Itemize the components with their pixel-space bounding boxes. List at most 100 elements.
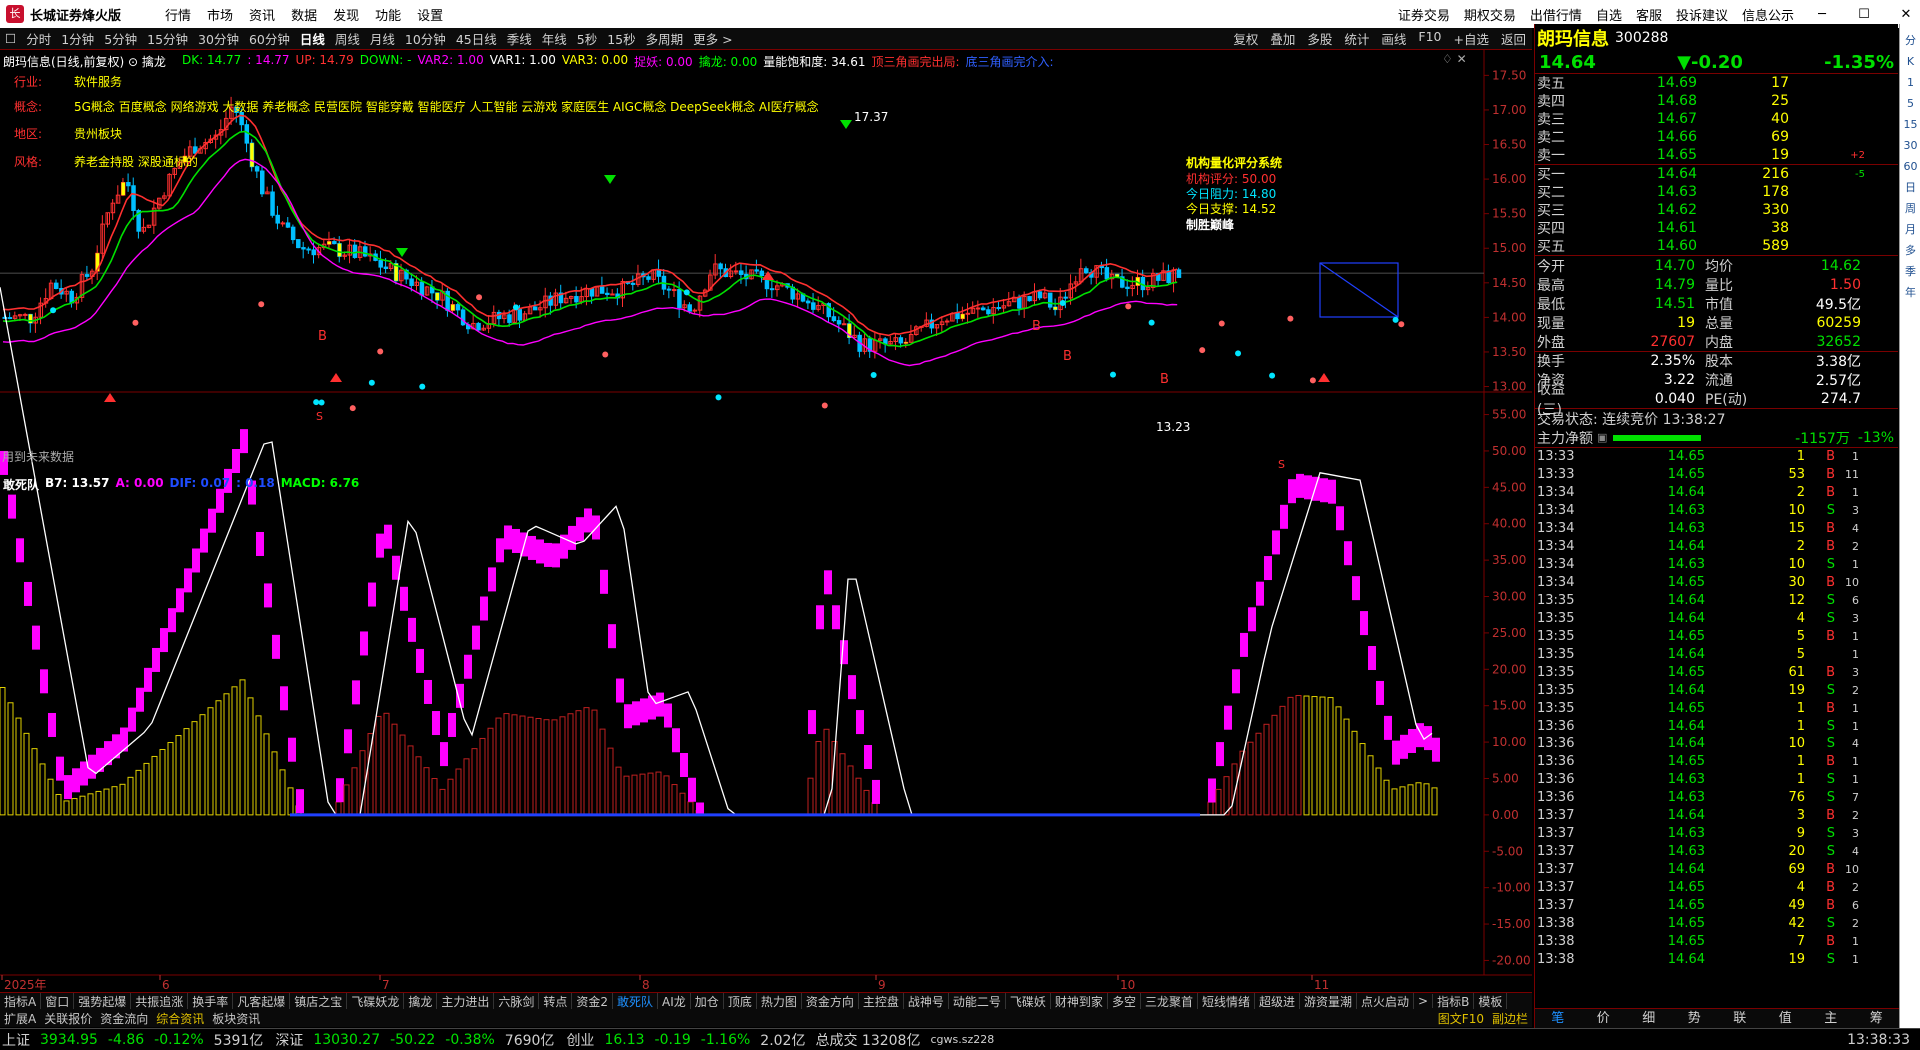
menu-item[interactable]: 行情 [165,9,191,24]
tick-row[interactable]: 13:37 14.63 9 S 3 [1535,825,1898,843]
menu-item[interactable]: 设置 [417,9,443,24]
detail-tab[interactable]: 联 [1717,1009,1763,1028]
orderbook-row[interactable]: 买一 14.64 216 -5 [1535,165,1898,183]
indicator-tab[interactable]: 短线情绪 [1198,993,1255,1009]
toolbar-button[interactable]: +自选 [1454,29,1489,48]
side-period-button[interactable]: 月 [1900,219,1920,240]
kline-chart[interactable]: 17.50 17.00 16.50 16.00 15.50 15.00 14.50 14.00… [0,50,1532,990]
close-icon[interactable]: ✕ [1892,7,1920,22]
side-period-button[interactable]: 分 [1900,30,1920,51]
indicator-tab[interactable]: 资金方向 [802,993,859,1009]
period-tab[interactable]: 15秒 [607,29,635,48]
orderbook-row[interactable]: 买二 14.63 178 [1535,183,1898,201]
period-tab[interactable]: 更多 > [693,29,732,48]
detail-tab[interactable]: 主 [1808,1009,1854,1028]
indicator-tab[interactable]: 热力图 [757,993,802,1009]
top-link[interactable]: 客服 [1636,5,1662,24]
tick-list[interactable]: 13:33 14.65 1 B 1 13:33 14.65 53 B 11 13:34 14.64 2 B… [1535,448,1898,968]
period-tab[interactable]: 15分钟 [147,29,188,48]
tick-row[interactable]: 13:38 14.65 42 S 2 [1535,914,1898,932]
side-period-button[interactable]: 年 [1900,282,1920,303]
period-tab[interactable]: 45日线 [456,29,497,48]
indicator-tab[interactable]: 加仓 [691,993,724,1009]
top-link[interactable]: 自选 [1596,5,1622,24]
tick-row[interactable]: 13:34 14.64 2 B 1 [1535,484,1898,502]
indicator-tab[interactable]: 敢死队 [613,993,659,1009]
tick-row[interactable]: 13:35 14.65 5 B 1 [1535,627,1898,645]
tick-row[interactable]: 13:37 14.65 4 B 2 [1535,879,1898,897]
chart-area[interactable]: 17.50 17.00 16.50 16.00 15.50 15.00 14.50 14.00… [0,50,1532,1006]
period-tab[interactable]: 1分钟 [61,29,94,48]
indicator-tab[interactable]: 顶底 [724,993,757,1009]
extension-tab[interactable]: 资金流向 [96,1010,152,1027]
indicator-tab[interactable]: 多空 [1108,993,1141,1009]
menu-item[interactable]: 市场 [207,9,233,24]
indicator-tab[interactable]: 主力进出 [437,993,495,1009]
period-tab[interactable]: 季线 [507,29,532,48]
orderbook-row[interactable]: 卖三 14.67 40 [1535,110,1898,128]
period-tab[interactable]: 多周期 [646,29,684,48]
detail-tab[interactable]: 笔 [1535,1009,1581,1028]
toolbar-button[interactable]: 叠加 [1270,29,1295,48]
indicator-tab[interactable]: 主控盘 [859,993,904,1009]
side-period-button[interactable]: 多 [1900,240,1920,261]
toolbar-button[interactable]: 画线 [1381,29,1406,48]
tick-row[interactable]: 13:34 14.63 15 B 4 [1535,520,1898,538]
indicator-tab[interactable]: 六脉剑 [494,993,540,1009]
tick-row[interactable]: 13:36 14.63 1 S 1 [1535,771,1898,789]
settings-icon[interactable]: ♢ ✕ [1442,52,1467,66]
top-link[interactable]: 信息公示 [1742,5,1794,24]
extension-tab[interactable]: 扩展A [0,1010,40,1027]
orderbook-row[interactable]: 买三 14.62 330 [1535,201,1898,219]
period-tab[interactable]: 年线 [542,29,567,48]
tick-row[interactable]: 13:35 14.64 4 S 3 [1535,609,1898,627]
side-period-button[interactable]: 日 [1900,177,1920,198]
tick-row[interactable]: 13:34 14.63 10 S 1 [1535,556,1898,574]
indicator-tab[interactable]: 动能二号 [949,993,1006,1009]
period-tab[interactable]: 月线 [370,29,395,48]
top-link[interactable]: 投诉建议 [1676,5,1728,24]
side-period-button[interactable]: 周 [1900,198,1920,219]
side-period-button[interactable]: 60 [1900,156,1920,177]
tick-row[interactable]: 13:37 14.64 69 B 10 [1535,861,1898,879]
period-tab[interactable]: 5秒 [577,29,597,48]
indicator-tab[interactable]: 模板 [1474,993,1508,1009]
indicator-tab[interactable]: 擒龙 [404,993,438,1009]
window-icon[interactable]: ☐ [5,31,16,46]
indicator-tab[interactable]: 强势起爆 [74,993,132,1009]
top-link[interactable]: 证券交易 [1398,5,1450,24]
indicator-tab[interactable]: 超级进 [1255,993,1300,1009]
period-tab[interactable]: 分时 [26,29,51,48]
minimize-icon[interactable]: ─ [1808,7,1836,22]
menu-item[interactable]: 功能 [375,9,401,24]
orderbook-row[interactable]: 卖一 14.65 19 +2 [1535,146,1898,164]
menu-item[interactable]: 数据 [291,9,317,24]
flow-menu-icon[interactable]: ▣ [1597,431,1607,444]
period-tab[interactable]: 10分钟 [405,29,446,48]
tick-row[interactable]: 13:33 14.65 1 B 1 [1535,448,1898,466]
orderbook-row[interactable]: 买四 14.61 38 [1535,219,1898,237]
tick-row[interactable]: 13:35 14.64 12 S 6 [1535,592,1898,610]
menu-item[interactable]: 资讯 [249,9,275,24]
toolbar-button[interactable]: 统计 [1344,29,1369,48]
tick-row[interactable]: 13:34 14.65 30 B 10 [1535,574,1898,592]
period-tab[interactable]: 5分钟 [104,29,137,48]
indicator-tab[interactable]: 共振追涨 [131,993,189,1009]
indicator-tab[interactable]: 三龙聚首 [1141,993,1198,1009]
extension-right-tab[interactable]: 副边栏 [1488,1010,1532,1027]
tick-row[interactable]: 13:34 14.63 10 S 3 [1535,502,1898,520]
period-tab[interactable]: 日线 [300,29,325,48]
tick-row[interactable]: 13:38 14.65 7 B 1 [1535,932,1898,950]
tick-row[interactable]: 13:36 14.64 1 S 1 [1535,717,1898,735]
side-period-button[interactable]: 1 [1900,72,1920,93]
maximize-icon[interactable]: ☐ [1850,7,1878,22]
tick-row[interactable]: 13:35 14.65 61 B 3 [1535,663,1898,681]
detail-tab[interactable]: 值 [1763,1009,1809,1028]
extension-tab[interactable]: 板块资讯 [208,1010,264,1027]
side-period-button[interactable]: 15 [1900,114,1920,135]
orderbook-row[interactable]: 买五 14.60 589 [1535,237,1898,255]
side-period-button[interactable]: 5 [1900,93,1920,114]
menu-item[interactable]: 发现 [333,9,359,24]
tick-row[interactable]: 13:37 14.65 49 B 6 [1535,896,1898,914]
indicator-tab[interactable]: > [1414,994,1434,1008]
